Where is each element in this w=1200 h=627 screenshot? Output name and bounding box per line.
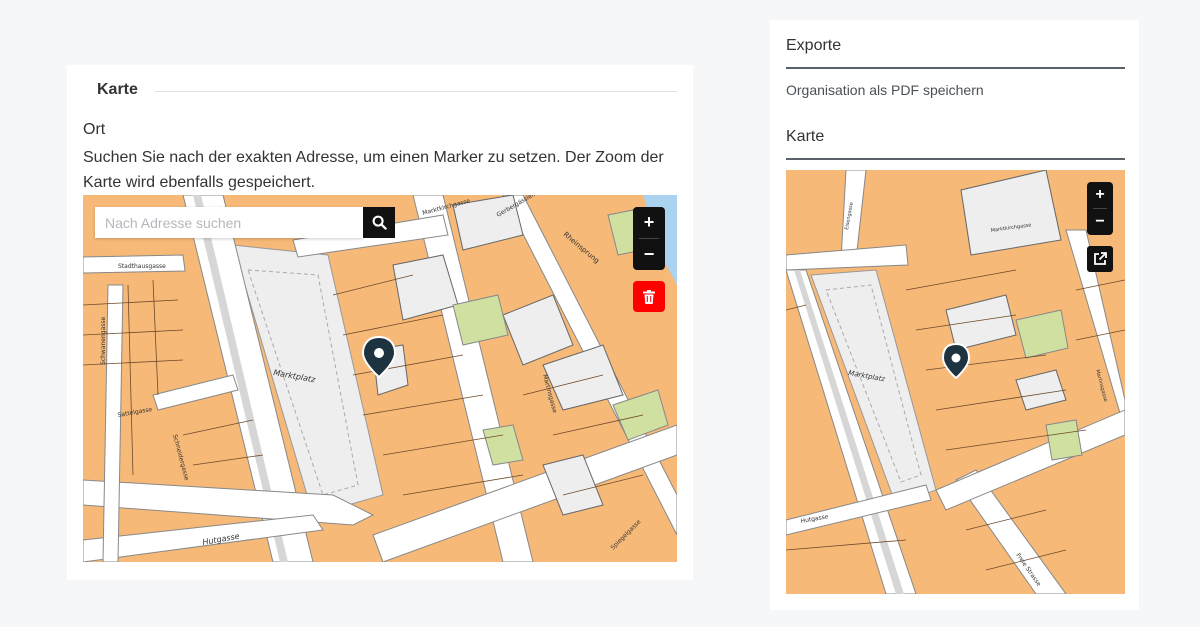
map-card: Karte Ort Suchen Sie nach der exakten Ad… [67,65,693,580]
map-label-stadthausgasse: Stadthausgasse [118,263,166,270]
zoom-in-button[interactable]: + [633,207,665,238]
legend-divider [155,91,677,92]
preview-zoom-in-button[interactable]: + [1087,182,1113,208]
legend-title: Karte [97,81,152,99]
map-preview[interactable]: Marktplatz Hutgasse Freie Strasse Marktk… [786,170,1125,594]
address-search-input[interactable] [95,207,363,238]
search-icon [372,215,387,230]
search-button[interactable] [363,207,395,238]
preview-zoom-control: + − [1087,182,1113,235]
map-preview-tiles[interactable]: Marktplatz Hutgasse Freie Strasse Marktk… [786,170,1125,594]
map-heading: Karte [786,128,825,145]
open-map-button[interactable] [1087,246,1113,272]
map-tiles[interactable]: Marktplatz Hutgasse Sattelgasse Stadthau… [83,195,677,562]
map-label-schwanengasse: Schwanengasse [100,316,107,365]
exports-heading: Exporte [786,37,842,54]
map-divider [786,158,1125,160]
preview-zoom-out-button[interactable]: − [1087,209,1113,235]
fieldset-legend: Karte [97,81,677,101]
pdf-export-link[interactable]: Organisation als PDF speichern [786,82,984,98]
trash-icon [643,289,655,304]
map-editor[interactable]: Marktplatz Hutgasse Sattelgasse Stadthau… [83,195,677,562]
delete-marker-button[interactable] [633,281,665,312]
sidebar-card: Exporte Organisation als PDF speichern K… [770,20,1139,610]
zoom-control: + − [633,207,665,270]
external-link-icon [1094,252,1107,265]
exports-divider [786,67,1125,69]
field-label: Ort [83,121,106,138]
field-help-text: Suchen Sie nach der exakten Adresse, um … [83,149,664,191]
zoom-out-button[interactable]: − [633,239,665,270]
